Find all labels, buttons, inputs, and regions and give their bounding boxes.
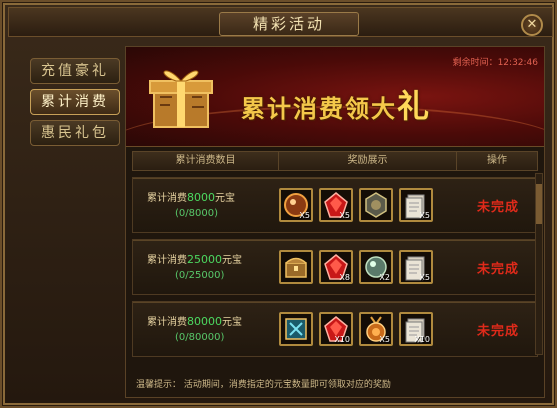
window-title: 精彩活动: [219, 12, 359, 36]
reward-item[interactable]: X5: [399, 188, 433, 222]
table-row: 累计消费80000元宝 (0/80000) X10 X5 X10 未完成: [132, 301, 538, 357]
reward-item[interactable]: X5: [279, 188, 313, 222]
close-button[interactable]: ✕: [521, 14, 543, 36]
chest-icon: [285, 257, 307, 278]
reward-item[interactable]: [359, 188, 393, 222]
spend-progress: (0/25000): [175, 269, 225, 281]
reward-items: X10 X5 X10: [279, 312, 459, 346]
reward-item[interactable]: X5: [319, 188, 353, 222]
item-quantity: X10: [334, 335, 350, 344]
tab-benefit-pack[interactable]: 惠民礼包: [30, 120, 120, 146]
table-row: 累计消费25000元宝 (0/25000) X8 X2 X5 未完成: [132, 239, 538, 295]
reward-item[interactable]: X5: [359, 312, 393, 346]
reward-item[interactable]: X10: [399, 312, 433, 346]
activity-window: 精彩活动 ✕ 充值豪礼 累计消费 惠民礼包 累计消费领大礼 剩余时间：12:32…: [0, 0, 557, 408]
item-quantity: X2: [379, 273, 390, 282]
reward-item[interactable]: X5: [399, 250, 433, 284]
item-quantity: X5: [339, 211, 350, 220]
table-row: 累计消费8000元宝 (0/8000) X5 X5 X5 未完成: [132, 177, 538, 233]
tab-recharge-gift[interactable]: 充值豪礼: [30, 58, 120, 84]
spend-unit: 元宝: [215, 192, 235, 204]
item-quantity: X8: [339, 273, 350, 282]
gift-box-icon: [149, 70, 213, 128]
reward-item[interactable]: [279, 312, 313, 346]
banner-title: 累计消费领大礼: [241, 81, 431, 127]
reward-items: X8 X2 X5: [279, 250, 459, 284]
title-bar: 精彩活动 ✕: [8, 7, 553, 37]
tip-text: 温馨提示： 活动期间，消费指定的元宝数量即可领取对应的奖励: [136, 380, 391, 390]
banner-title-main: 累计消费领大: [241, 94, 397, 123]
status-label: 未完成: [476, 261, 519, 277]
item-quantity: X5: [419, 211, 430, 220]
spend-label: 累计消费: [147, 192, 187, 204]
item-quantity: X5: [299, 211, 310, 220]
header-spend-amount: 累计消费数目: [133, 152, 279, 170]
jade-token-icon: [285, 318, 307, 340]
reward-item[interactable]: [279, 250, 313, 284]
header-rewards: 奖励展示: [279, 152, 457, 170]
spend-label: 累计消费: [147, 316, 187, 328]
item-quantity: X5: [419, 273, 430, 282]
reward-item[interactable]: X2: [359, 250, 393, 284]
content-panel: 累计消费领大礼 剩余时间：12:32:46 累计消费数目 奖励展示 操作 累计消…: [125, 46, 545, 398]
header-action: 操作: [487, 155, 507, 166]
item-quantity: X10: [414, 335, 430, 344]
sidebar: 充值豪礼 累计消费 惠民礼包: [30, 58, 122, 151]
spend-amount: 80000: [187, 314, 222, 328]
emblem-icon: [365, 192, 387, 218]
table-header: 累计消费数目 奖励展示 操作: [132, 151, 538, 171]
item-quantity: X5: [379, 335, 390, 344]
rewards-table: 累计消费数目 奖励展示 操作 累计消费8000元宝 (0/8000) X5 X5…: [132, 151, 538, 357]
spend-amount: 25000: [187, 252, 222, 266]
reward-item[interactable]: X10: [319, 312, 353, 346]
banner-title-emphasis: 礼: [397, 87, 432, 125]
status-label: 未完成: [476, 199, 519, 215]
scrollbar-thumb[interactable]: [536, 184, 542, 224]
scrollbar[interactable]: [535, 173, 543, 355]
spend-unit: 元宝: [222, 316, 242, 328]
tab-cumulative-spend[interactable]: 累计消费: [30, 89, 120, 115]
spend-description: 累计消费25000元宝 (0/25000): [133, 252, 279, 283]
spend-progress: (0/80000): [175, 331, 225, 343]
spend-progress: (0/8000): [175, 207, 218, 219]
spend-description: 累计消费80000元宝 (0/80000): [133, 314, 279, 345]
reward-item[interactable]: X8: [319, 250, 353, 284]
spend-description: 累计消费8000元宝 (0/8000): [133, 190, 279, 221]
reward-items: X5 X5 X5: [279, 188, 459, 222]
status-label: 未完成: [476, 323, 519, 339]
countdown-timer: 剩余时间：12:32:46: [452, 58, 538, 68]
spend-unit: 元宝: [222, 254, 242, 266]
spend-label: 累计消费: [147, 254, 187, 266]
event-banner: 累计消费领大礼 剩余时间：12:32:46: [126, 47, 544, 147]
spend-amount: 8000: [187, 190, 215, 204]
